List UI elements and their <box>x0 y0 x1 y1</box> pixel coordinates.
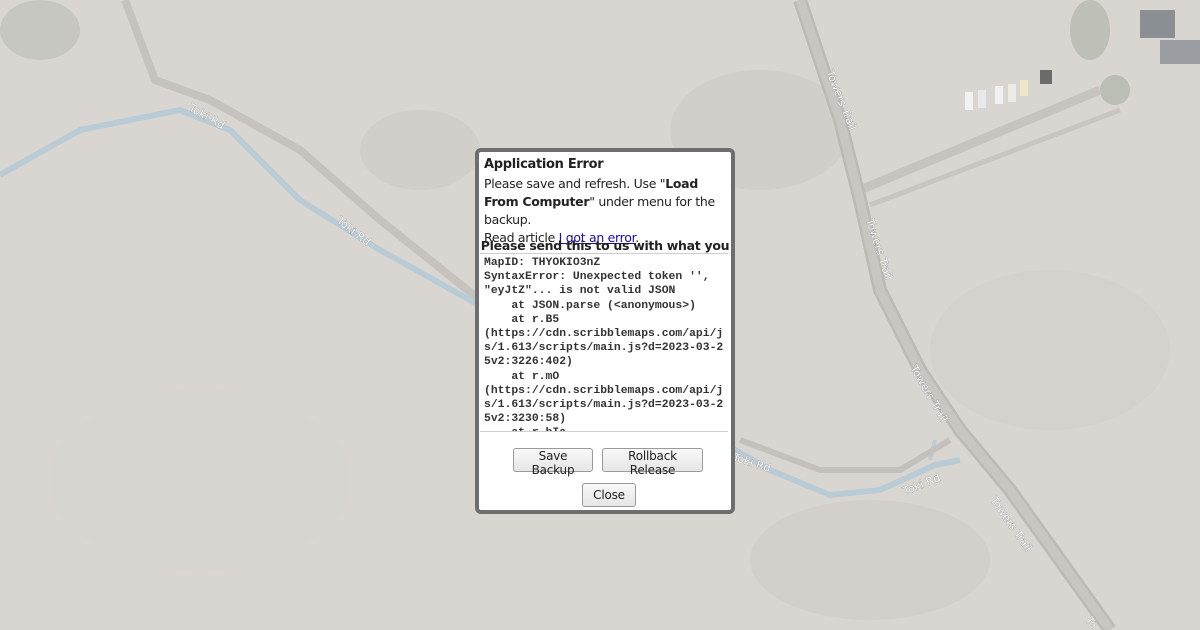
message-text: Please save and refresh. Use " <box>484 176 666 191</box>
dialog-title: Application Error <box>484 157 604 172</box>
error-log-text[interactable]: MapID: THYOKIO3nZ SyntaxError: Unexpecte… <box>480 253 728 432</box>
save-backup-button[interactable]: Save Backup <box>513 448 593 477</box>
rollback-release-button[interactable]: Rollback Release <box>602 448 703 477</box>
dialog-message: Please save and refresh. Use "Load From … <box>484 175 728 247</box>
close-button[interactable]: Close <box>582 483 636 507</box>
application-error-dialog: Application Error Please save and refres… <box>475 148 735 514</box>
send-instructions: Please send this to us with what you <box>480 238 730 253</box>
